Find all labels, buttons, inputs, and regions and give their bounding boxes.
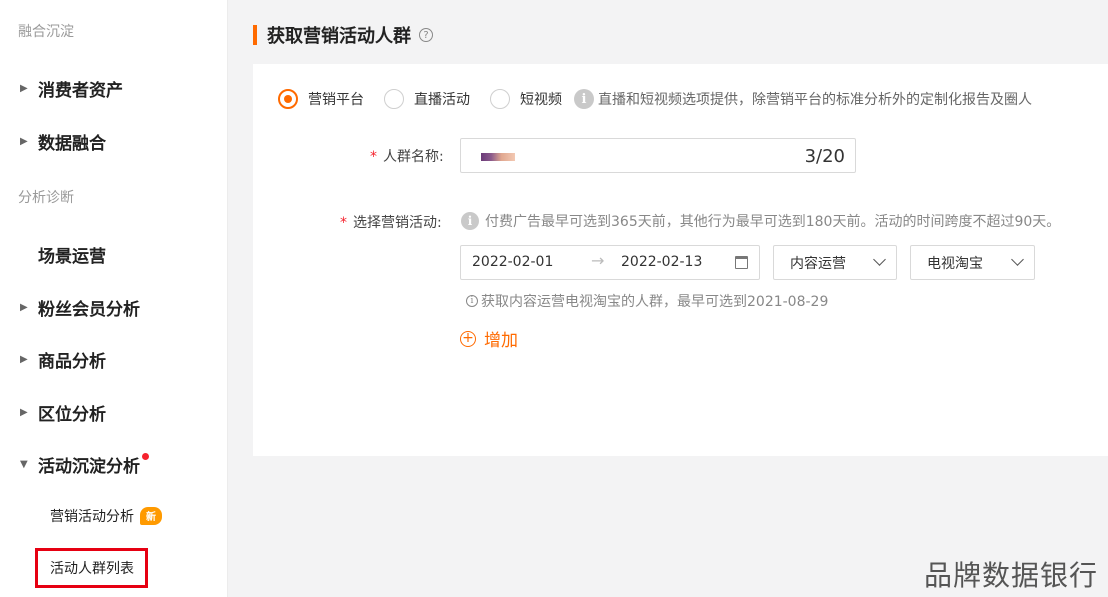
radio-unchecked-icon: [490, 89, 510, 109]
crowd-name-label: * 人群名称:: [370, 146, 444, 166]
notification-dot: [142, 453, 149, 460]
radio-checked-icon: [278, 89, 298, 109]
caret-down-icon: ▼: [20, 459, 28, 470]
sidebar-item-scene-ops[interactable]: 场景运营: [38, 242, 106, 267]
add-label: 增加: [484, 331, 518, 351]
info-icon: i: [574, 89, 594, 109]
date-end[interactable]: 2022-02-13: [621, 254, 702, 270]
caret-right-icon: ▶: [20, 354, 28, 365]
range-hint-text: 获取内容运营电视淘宝的人群，最早可选到2021-08-29: [481, 294, 829, 310]
sidebar-subitem-marketing[interactable]: 营销活动分析 新: [50, 506, 162, 526]
sidebar-item-label: 数据融合: [38, 134, 106, 154]
activity-label-text: 选择营销活动:: [353, 215, 442, 231]
sidebar-item-data-fusion[interactable]: ▶ 数据融合: [20, 129, 106, 154]
highlight-box: [35, 548, 148, 588]
sidebar-item-fans[interactable]: ▶ 粉丝会员分析: [20, 295, 140, 320]
char-count: 3/20: [804, 146, 845, 167]
date-range-picker[interactable]: 2022-02-01 → 2022-02-13: [460, 245, 760, 280]
new-badge: 新: [140, 507, 162, 525]
activity-name-select[interactable]: 电视淘宝: [910, 245, 1035, 280]
radio-short-video[interactable]: 短视频: [490, 89, 562, 109]
chevron-down-icon: [1011, 253, 1024, 266]
activity-hint: i 付费广告最早可选到365天前，其他行为最早可选到180天前。活动的时间跨度不…: [461, 211, 1060, 231]
add-activity-button[interactable]: + 增加: [460, 326, 518, 351]
activity-type-select[interactable]: 内容运营: [773, 245, 897, 280]
sidebar-item-consumer-assets[interactable]: ▶ 消费者资产: [20, 76, 123, 101]
crowd-name-input[interactable]: 3/20: [460, 138, 856, 173]
activity-label: * 选择营销活动:: [340, 212, 442, 232]
range-hint: i 获取内容运营电视淘宝的人群，最早可选到2021-08-29: [466, 291, 828, 311]
sidebar-item-label: 场景运营: [38, 247, 106, 267]
blurred-name-value: [481, 153, 515, 161]
required-mark: *: [370, 149, 377, 165]
title-accent-bar: [253, 25, 257, 45]
sidebar-item-product[interactable]: ▶ 商品分析: [20, 347, 106, 372]
help-icon[interactable]: ?: [419, 28, 433, 42]
sidebar: 融合沉淀 ▶ 消费者资产 ▶ 数据融合 分析诊断 场景运营 ▶ 粉丝会员分析 ▶…: [0, 0, 228, 597]
sidebar-item-label: 消费者资产: [38, 81, 123, 101]
sidebar-item-activity[interactable]: ▼ 活动沉淀分析: [20, 452, 149, 477]
caret-right-icon: ▶: [20, 83, 28, 94]
radio-info-text: 直播和短视频选项提供，除营销平台的标准分析外的定制化报告及圈人: [598, 92, 1032, 108]
caret-right-icon: ▶: [20, 302, 28, 313]
sidebar-item-location[interactable]: ▶ 区位分析: [20, 400, 106, 425]
calendar-icon[interactable]: [735, 256, 748, 269]
radio-unchecked-icon: [384, 89, 404, 109]
page-title: 获取营销活动人群: [267, 26, 411, 47]
date-start[interactable]: 2022-02-01: [472, 254, 553, 270]
section-label-diagnosis: 分析诊断: [18, 190, 74, 206]
activity-hint-text: 付费广告最早可选到365天前，其他行为最早可选到180天前。活动的时间跨度不超过…: [485, 214, 1061, 230]
radio-label: 营销平台: [308, 92, 364, 108]
source-radio-group: 营销平台 直播活动 短视频 i 直播和短视频选项提供，除营销平台的标准分析外的定…: [278, 89, 1032, 109]
radio-marketing-platform[interactable]: 营销平台: [278, 89, 364, 109]
radio-label: 短视频: [520, 92, 562, 108]
arrow-right-icon: →: [591, 251, 605, 270]
sidebar-item-label: 商品分析: [38, 352, 106, 372]
page-header: 获取营销活动人群 ?: [253, 22, 433, 48]
radio-label: 直播活动: [414, 92, 470, 108]
select-value: 内容运营: [790, 255, 846, 272]
sidebar-item-label: 区位分析: [38, 405, 106, 425]
sidebar-item-label: 活动沉淀分析: [38, 457, 140, 477]
section-label-fusion: 融合沉淀: [18, 24, 74, 40]
watermark: 品牌数据银行: [923, 559, 1098, 592]
required-mark: *: [340, 215, 347, 231]
caret-right-icon: ▶: [20, 136, 28, 147]
sidebar-subitem-label: 营销活动分析: [50, 509, 134, 525]
radio-live[interactable]: 直播活动: [384, 89, 470, 109]
select-value: 电视淘宝: [927, 255, 983, 272]
caret-right-icon: ▶: [20, 407, 28, 418]
sidebar-item-label: 粉丝会员分析: [38, 300, 140, 320]
info-icon: i: [466, 295, 478, 307]
chevron-down-icon: [873, 253, 886, 266]
info-icon: i: [461, 212, 479, 230]
plus-circle-icon: +: [460, 330, 476, 347]
crowd-name-label-text: 人群名称:: [383, 149, 444, 165]
